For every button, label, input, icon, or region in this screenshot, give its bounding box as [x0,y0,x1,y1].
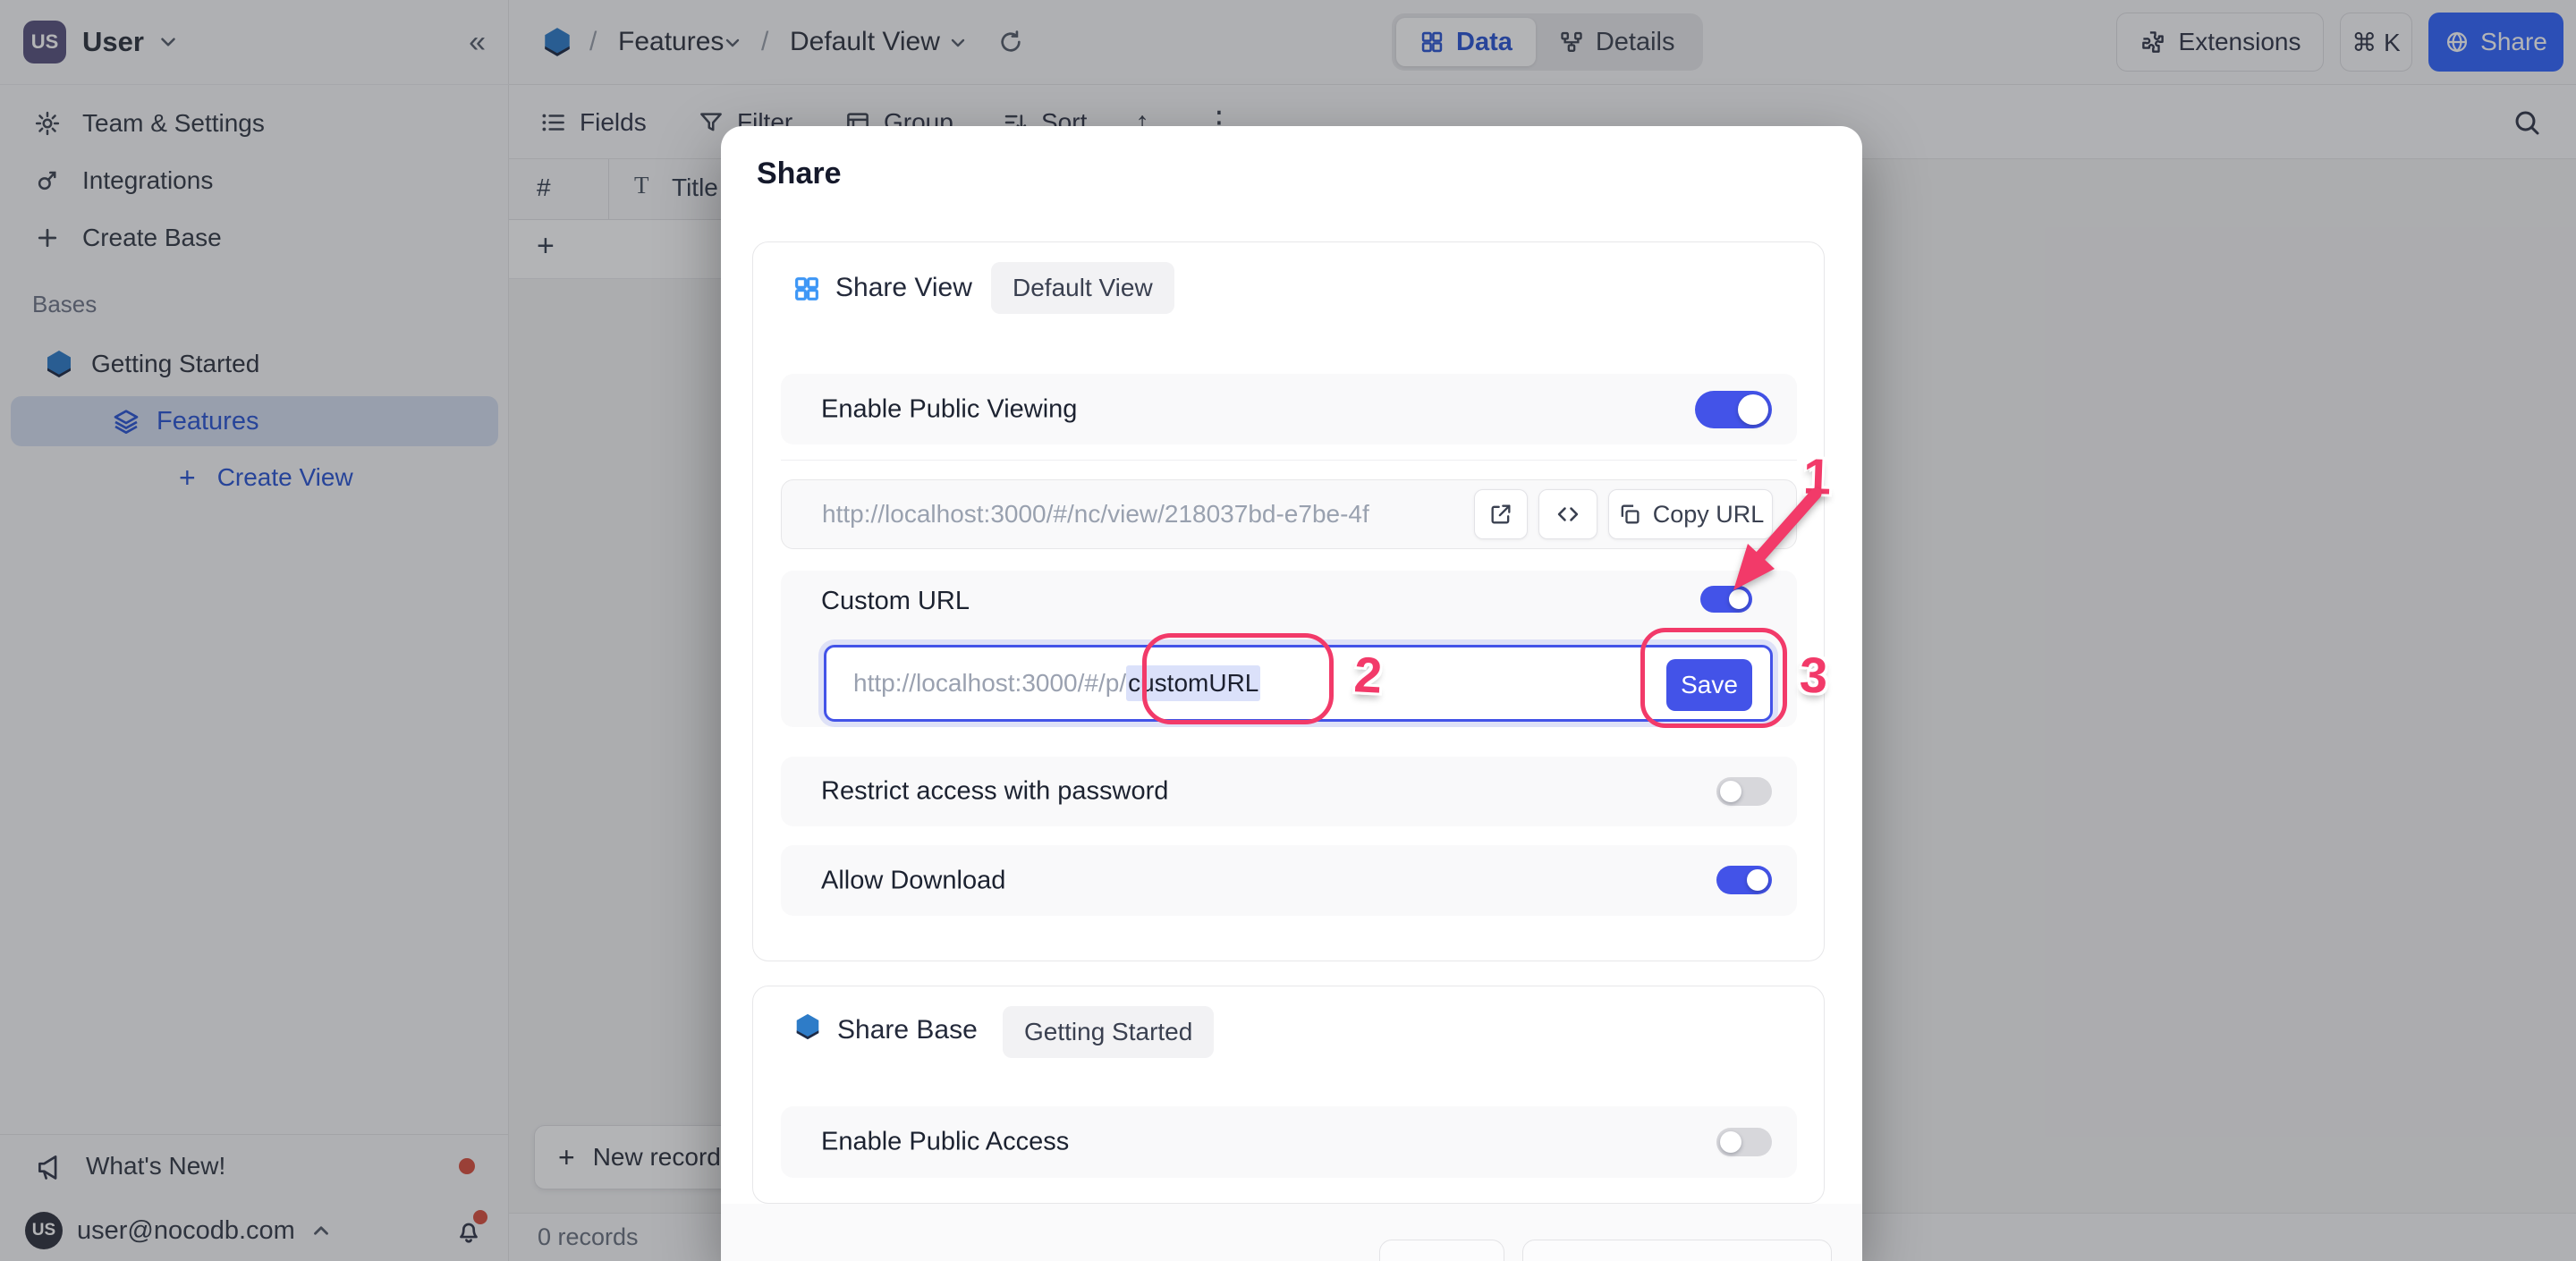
share-base-card: Share Base Getting Started Enable Public… [752,986,1825,1204]
app-root: US User « Team & Settings Integrations C… [0,0,2576,1261]
allow-download-row: Allow Download [781,845,1797,916]
modal-title: Share [757,157,842,191]
grid-icon [792,275,821,303]
annotation-step-3: 3 [1799,645,1828,704]
custom-url-label: Custom URL [821,587,970,616]
modal-footer-button[interactable] [1379,1240,1504,1261]
embed-code-button[interactable] [1538,489,1597,539]
annotation-box-save [1640,628,1787,728]
restrict-password-toggle[interactable] [1716,777,1772,806]
modal-footer [721,1204,1862,1261]
annotation-step-2: 2 [1352,645,1384,705]
external-link-icon [1488,502,1513,527]
enable-public-viewing-row: Enable Public Viewing [781,374,1797,444]
allow-download-toggle[interactable] [1716,866,1772,894]
allow-download-label: Allow Download [821,866,1005,895]
divider [781,460,1797,461]
enable-public-viewing-label: Enable Public Viewing [821,394,1077,424]
enable-public-access-row: Enable Public Access [781,1106,1797,1178]
copy-icon [1617,502,1642,527]
base-hexagon-icon [792,1011,823,1042]
annotation-arrow [1710,479,1835,605]
public-url: http://localhost:3000/#/nc/view/218037bd… [822,500,1369,529]
restrict-password-label: Restrict access with password [821,777,1168,807]
custom-url-prefix: http://localhost:3000/#/p/ [853,669,1126,698]
annotation-box-custom-url [1142,633,1334,724]
enable-public-access-label: Enable Public Access [821,1128,1069,1157]
share-base-heading: Share Base [837,1015,978,1045]
restrict-password-row: Restrict access with password [781,757,1797,826]
enable-public-access-toggle[interactable] [1716,1128,1772,1156]
share-view-heading: Share View [835,273,972,303]
modal-footer-button[interactable] [1522,1240,1832,1261]
base-name-pill: Getting Started [1003,1006,1214,1058]
open-link-button[interactable] [1474,489,1528,539]
public-url-box: http://localhost:3000/#/nc/view/218037bd… [781,479,1797,549]
enable-public-viewing-toggle[interactable] [1695,391,1772,428]
code-icon [1555,502,1580,527]
view-name-pill: Default View [991,262,1174,314]
share-view-card: Share View Default View Enable Public Vi… [752,241,1825,961]
